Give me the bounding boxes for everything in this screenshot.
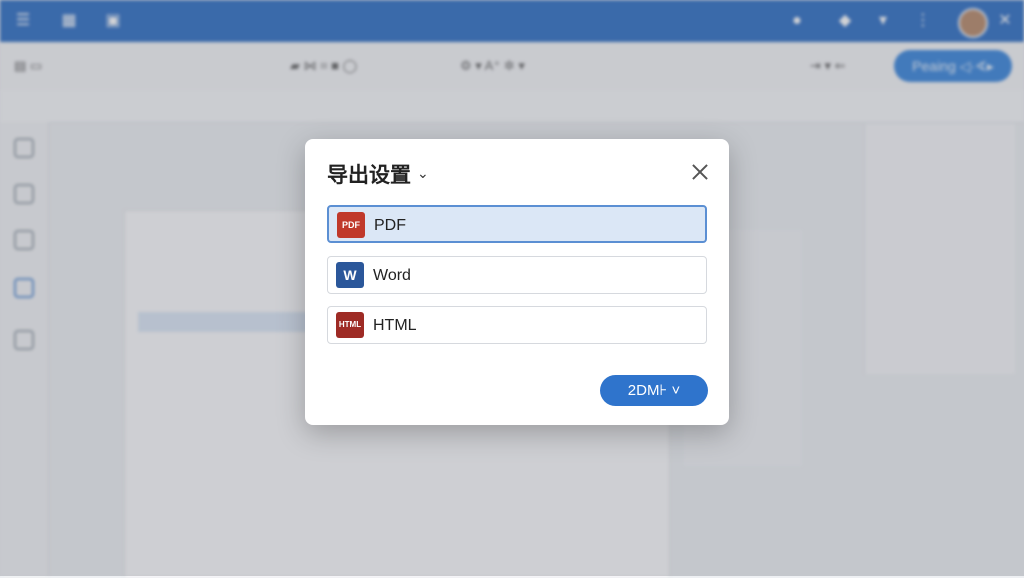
export-settings-dialog: 导出设置 ⌄ PDF PDF W Word HTML HTML 2DM⊦ ˅ xyxy=(305,139,729,425)
format-option-pdf[interactable]: PDF PDF xyxy=(327,205,707,243)
format-option-word[interactable]: W Word xyxy=(327,256,707,294)
dialog-title-text: 导出设置 xyxy=(327,163,411,187)
chevron-down-icon: ⌄ xyxy=(417,166,429,182)
html-icon: HTML xyxy=(336,312,364,338)
export-button[interactable]: 2DM⊦ ˅ xyxy=(600,375,708,406)
pdf-icon: PDF xyxy=(337,212,365,238)
format-option-html[interactable]: HTML HTML xyxy=(327,306,707,344)
format-option-label: PDF xyxy=(374,217,406,234)
word-icon: W xyxy=(336,262,364,288)
dialog-title[interactable]: 导出设置 ⌄ xyxy=(327,159,429,189)
format-option-label: Word xyxy=(373,267,411,284)
format-option-label: HTML xyxy=(373,317,417,334)
close-icon[interactable] xyxy=(689,161,711,183)
